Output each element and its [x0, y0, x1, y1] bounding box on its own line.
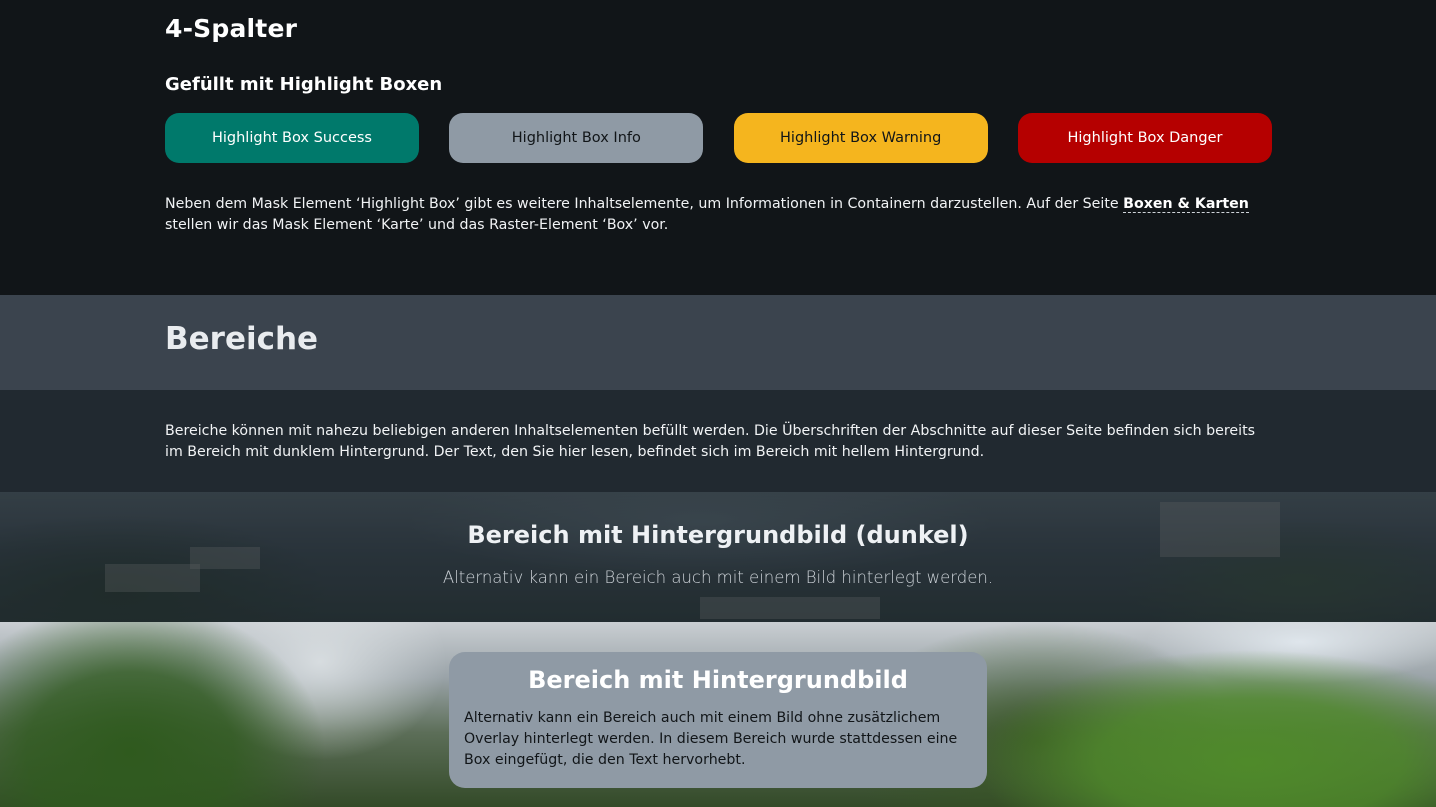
info-text-after: stellen wir das Mask Element ‘Karte’ und…	[165, 217, 669, 233]
info-text-before: Neben dem Mask Element ‘Highlight Box’ g…	[165, 196, 1124, 212]
dark-overlay	[0, 492, 1436, 622]
section-title-four-column: 4-Spalter	[165, 14, 298, 43]
subtitle-highlight-boxes: Gefüllt mit Highlight Boxen	[165, 74, 443, 95]
highlight-box-warning[interactable]: Highlight Box Warning	[733, 113, 988, 163]
bereiche-body-section: Bereiche können mit nahezu beliebigen an…	[0, 390, 1436, 492]
dark-image-section: Bereich mit Hintergrundbild (dunkel) Alt…	[0, 492, 1436, 622]
highlight-card: Bereich mit Hintergrundbild Alternativ k…	[449, 652, 987, 788]
bright-image-section: Bereich mit Hintergrundbild Alternativ k…	[0, 622, 1436, 807]
bright-image-text: Alternativ kann ein Bereich auch mit ein…	[464, 710, 958, 768]
dark-image-title: Bereich mit Hintergrundbild (dunkel)	[467, 521, 969, 549]
bright-image-title: Bereich mit Hintergrundbild	[528, 666, 908, 694]
highlight-box-success[interactable]: Highlight Box Success	[165, 113, 419, 163]
highlight-box-row: Highlight Box Success Highlight Box Info…	[165, 113, 1272, 163]
dark-image-text: Alternativ kann ein Bereich auch mit ein…	[442, 568, 994, 587]
four-column-section: 4-Spalter Gefüllt mit Highlight Boxen Hi…	[0, 0, 1436, 295]
section-title-bereiche: Bereiche	[165, 321, 319, 357]
bereiche-paragraph: Bereiche können mit nahezu beliebigen an…	[165, 423, 1256, 460]
bereiche-heading-section: Bereiche	[0, 295, 1436, 390]
info-paragraph: Neben dem Mask Element ‘Highlight Box’ g…	[165, 194, 1265, 236]
highlight-box-info[interactable]: Highlight Box Info	[449, 113, 704, 163]
highlight-box-danger[interactable]: Highlight Box Danger	[1017, 113, 1272, 163]
boxes-cards-link[interactable]: Boxen & Karten	[1123, 196, 1249, 213]
